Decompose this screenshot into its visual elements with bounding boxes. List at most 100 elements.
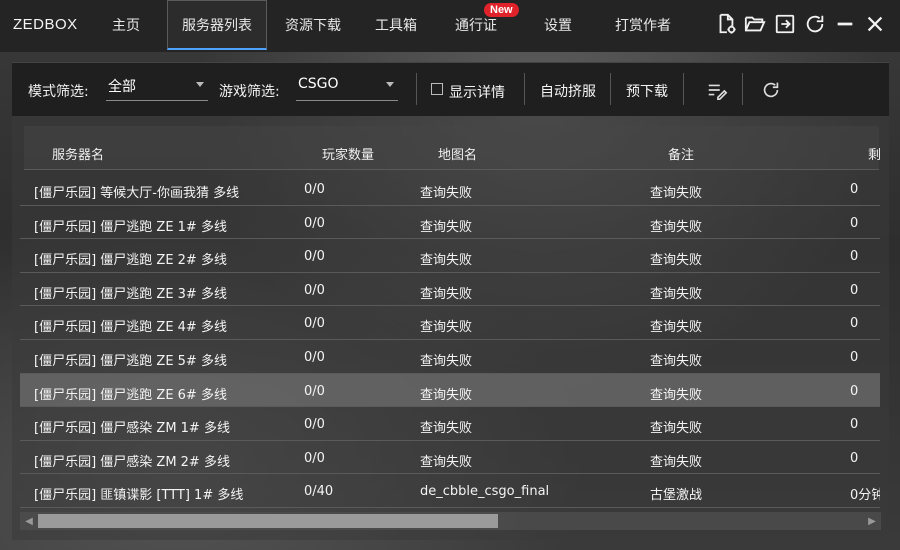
tab-donate[interactable]: 打赏作者 (608, 0, 678, 50)
header-note[interactable]: 备注 (668, 144, 694, 163)
cell-player-count: 0/0 (304, 350, 325, 365)
cell-map-name: 查询失败 (420, 454, 473, 470)
cell-note: 查询失败 (650, 219, 703, 235)
game-filter-label: 游戏筛选: (219, 84, 280, 100)
cell-server-name: [僵尸乐园] 僵尸感染 ZM 2# 多线 (34, 454, 230, 470)
cell-note: 查询失败 (650, 286, 703, 302)
table-body: [僵尸乐园] 等候大厅-你画我猜 多线 0/0 查询失败 查询失败 0 [僵尸乐园] 僵尸… (20, 172, 880, 508)
divider (683, 73, 684, 105)
title-bar: ZEDBOX 主页 服务器列表 资源下载 工具箱 通行证 New 设置 打赏作者 (0, 0, 900, 52)
cell-remaining: 0 (850, 182, 859, 197)
mode-filter-select[interactable]: 全部 (106, 75, 208, 101)
cell-note: 查询失败 (650, 354, 703, 369)
table-row[interactable]: [僵尸乐园] 僵尸逃跑 ZE 1# 多线 0/0 查询失败 查询失败 0 (20, 206, 880, 240)
table-row[interactable]: [僵尸乐园] 匪镇谍影 [TTT] 1# 多线 0/40 de_cbble_csgo… (20, 474, 880, 508)
header-player-count[interactable]: 玩家数量 (322, 144, 374, 163)
cell-server-name: [僵尸乐园] 僵尸逃跑 ZE 3# 多线 (34, 286, 227, 302)
cell-map-name: 查询失败 (420, 253, 473, 269)
tab-resource-download[interactable]: 资源下载 (278, 0, 348, 50)
scroll-left-icon[interactable]: ◀ (20, 512, 38, 530)
cell-map-name: 查询失败 (420, 286, 473, 302)
mode-filter-value: 全部 (108, 79, 136, 95)
table-row[interactable]: [僵尸乐园] 僵尸逃跑 ZE 6# 多线 0/0 查询失败 查询失败 0 (20, 373, 880, 408)
table-row[interactable]: [僵尸乐园] 僵尸逃跑 ZE 2# 多线 0/0 查询失败 查询失败 0 (20, 239, 880, 273)
cell-note: 查询失败 (650, 454, 703, 470)
scrollbar-thumb[interactable] (38, 514, 498, 528)
cell-player-count: 0/0 (304, 316, 325, 332)
divider (742, 73, 743, 105)
table-row[interactable]: [僵尸乐园] 等候大厅-你画我猜 多线 0/0 查询失败 查询失败 0 (20, 172, 880, 206)
cell-remaining: 0 (850, 350, 859, 365)
cell-player-count: 0/0 (304, 450, 325, 466)
table-header: 服务器名 玩家数量 地图名 备注 剩 (24, 126, 881, 170)
cell-player-count: 0/0 (304, 182, 325, 197)
cell-map-name: 查询失败 (420, 421, 473, 437)
cell-remaining: 0 (850, 450, 859, 466)
show-details-label[interactable]: 显示详情 (449, 82, 505, 102)
cell-remaining: 0 (850, 282, 859, 298)
refresh-icon[interactable] (803, 12, 827, 36)
cell-player-count: 0/0 (304, 215, 325, 231)
tab-settings[interactable]: 设置 (538, 0, 578, 50)
cell-remaining: 0 (850, 249, 859, 265)
cell-server-name: [僵尸乐园] 僵尸逃跑 ZE 5# 多线 (34, 354, 227, 369)
server-table: 服务器名 玩家数量 地图名 备注 剩 [僵尸乐园] 等候大厅-你画我猜 多线 0/… (12, 116, 889, 540)
login-icon[interactable] (773, 12, 797, 36)
cell-server-name: [僵尸乐园] 僵尸感染 ZM 1# 多线 (34, 421, 230, 437)
cell-player-count: 0/0 (304, 282, 325, 298)
divider (610, 73, 611, 105)
folder-open-icon[interactable] (743, 12, 767, 36)
cell-remaining: 0 (850, 417, 859, 433)
game-filter-select[interactable]: CSGO (296, 75, 398, 101)
cell-map-name: 查询失败 (420, 186, 473, 201)
cell-server-name: [僵尸乐园] 匪镇谍影 [TTT] 1# 多线 (34, 488, 244, 504)
cell-server-name: [僵尸乐园] 僵尸逃跑 ZE 4# 多线 (34, 320, 227, 336)
game-filter-value: CSGO (298, 76, 339, 92)
scroll-right-icon[interactable]: ▶ (863, 512, 881, 530)
tab-server-list[interactable]: 服务器列表 (167, 0, 267, 50)
tab-home[interactable]: 主页 (104, 0, 148, 50)
show-details-checkbox[interactable] (431, 83, 443, 95)
header-remaining[interactable]: 剩 (868, 144, 881, 163)
cell-server-name: [僵尸乐园] 僵尸逃跑 ZE 6# 多线 (34, 387, 227, 403)
cell-note: 查询失败 (650, 320, 703, 336)
table-row[interactable]: [僵尸乐园] 僵尸逃跑 ZE 5# 多线 0/0 查询失败 查询失败 0 (20, 340, 880, 374)
tab-toolbox[interactable]: 工具箱 (368, 0, 424, 50)
pre-download-button[interactable]: 预下载 (626, 81, 668, 101)
refresh-icon[interactable] (760, 79, 784, 101)
table-row[interactable]: [僵尸乐园] 僵尸感染 ZM 2# 多线 0/0 查询失败 查询失败 0 (20, 441, 880, 475)
table-row[interactable]: [僵尸乐园] 僵尸逃跑 ZE 3# 多线 0/0 查询失败 查询失败 0 (20, 273, 880, 307)
cell-map-name: 查询失败 (420, 219, 473, 235)
cell-server-name: [僵尸乐园] 僵尸逃跑 ZE 2# 多线 (34, 253, 227, 269)
cell-note: 查询失败 (650, 387, 703, 403)
cell-note: 查询失败 (650, 253, 703, 269)
edit-list-icon[interactable] (706, 79, 730, 101)
app-title: ZEDBOX (13, 16, 78, 33)
table-row[interactable]: [僵尸乐园] 僵尸感染 ZM 1# 多线 0/0 查询失败 查询失败 0 (20, 407, 880, 441)
chevron-down-icon (386, 82, 394, 87)
minimize-icon[interactable] (833, 12, 857, 36)
auto-squeeze-button[interactable]: 自动挤服 (540, 81, 596, 101)
cell-server-name: [僵尸乐园] 等候大厅-你画我猜 多线 (34, 186, 240, 201)
cell-map-name: 查询失败 (420, 354, 473, 369)
cell-note: 查询失败 (650, 421, 703, 437)
table-row[interactable]: [僵尸乐园] 僵尸逃跑 ZE 4# 多线 0/0 查询失败 查询失败 0 (20, 306, 880, 340)
cell-player-count: 0/40 (304, 484, 334, 500)
divider (416, 73, 417, 105)
cell-map-name: de_cbble_csgo_final (420, 484, 550, 500)
horizontal-scrollbar[interactable]: ◀ ▶ (20, 512, 881, 530)
cell-map-name: 查询失败 (420, 387, 473, 403)
cell-player-count: 0/0 (304, 417, 325, 433)
header-server-name[interactable]: 服务器名 (52, 144, 104, 163)
filter-toolbar: 模式筛选: 全部 游戏筛选: CSGO 显示详情 自动挤服 预下载 (12, 62, 889, 116)
cell-server-name: [僵尸乐园] 僵尸逃跑 ZE 1# 多线 (34, 219, 227, 235)
file-settings-icon[interactable] (714, 12, 738, 36)
cell-note: 查询失败 (650, 186, 703, 201)
header-map-name[interactable]: 地图名 (438, 144, 477, 163)
cell-remaining: 0 (850, 383, 859, 399)
cell-remaining: 0 (850, 316, 859, 332)
close-icon[interactable] (863, 12, 887, 36)
chevron-down-icon (196, 82, 204, 87)
cell-remaining: 0 (850, 215, 859, 231)
cell-note: 古堡激战 (650, 488, 703, 504)
